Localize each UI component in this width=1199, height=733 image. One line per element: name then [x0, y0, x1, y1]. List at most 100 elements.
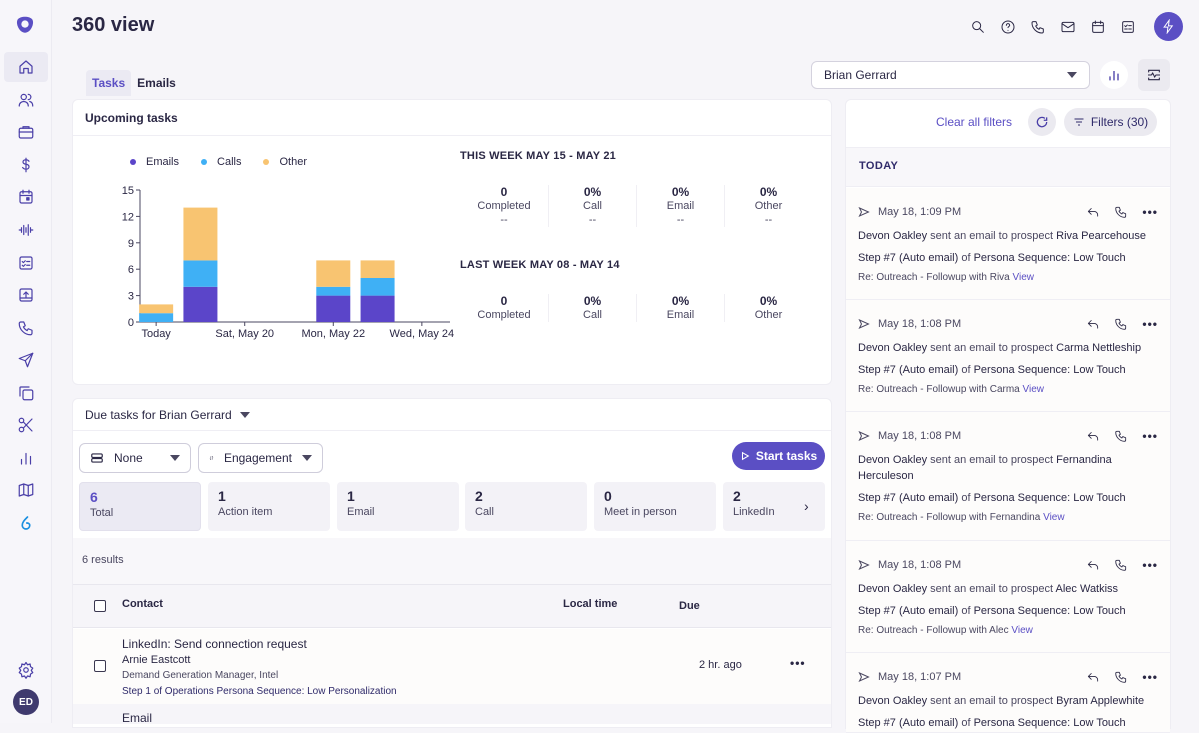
prospect-name[interactable]: Alec Watkiss [1056, 583, 1119, 595]
tile-meet-in-person[interactable]: 0 Meet in person [594, 482, 716, 531]
user-avatar[interactable]: ED [13, 689, 39, 715]
start-tasks-button[interactable]: Start tasks [732, 442, 825, 470]
chevron-right-icon[interactable]: › [804, 498, 809, 514]
sent-icon [858, 671, 870, 683]
sidebar-item-snippets[interactable] [4, 378, 48, 408]
actor-name[interactable]: Devon Oakley [858, 454, 927, 466]
calendar-button[interactable] [1088, 13, 1108, 41]
sequence-name[interactable]: Persona Sequence: Low Touch [974, 717, 1126, 729]
tile-linkedin[interactable]: 2 LinkedIn [723, 482, 825, 531]
view-tabs: Tasks Emails [86, 70, 182, 96]
bar-other [183, 207, 218, 261]
chart-view-button[interactable] [1100, 61, 1128, 89]
more-icon[interactable]: ••• [790, 656, 806, 670]
tile-total[interactable]: 6 Total [79, 482, 201, 531]
sidebar-item-home[interactable] [4, 52, 48, 82]
activity-item[interactable]: May 18, 1:07 PM ••• Devon Oakley sent an e… [846, 653, 1170, 733]
stat-call: 0% Call [548, 294, 636, 322]
phone-icon[interactable] [1114, 317, 1128, 331]
tile-action-item[interactable]: 1 Action item [208, 482, 330, 531]
sidebar-item-opportunities[interactable] [4, 150, 48, 180]
sidebar-item-meetings[interactable] [4, 182, 48, 212]
outreach-logo-icon[interactable] [14, 14, 36, 36]
due-tasks-header[interactable]: Due tasks for Brian Gerrard [73, 399, 831, 431]
more-icon[interactable]: ••• [1142, 317, 1158, 331]
view-link[interactable]: View [1013, 272, 1035, 283]
reply-icon[interactable] [1086, 205, 1100, 219]
tasks-button[interactable] [1118, 13, 1138, 41]
sidebar-item-integration[interactable] [4, 508, 48, 538]
bar-other [360, 260, 395, 278]
sidebar-item-sequences[interactable] [4, 345, 48, 375]
sidebar-item-kaia[interactable] [4, 215, 48, 245]
contact-name[interactable]: Arnie Eastcott [122, 652, 397, 668]
sequence-name[interactable]: Persona Sequence: Low Touch [974, 252, 1126, 264]
phone-button[interactable] [1028, 13, 1048, 41]
reply-icon[interactable] [1086, 317, 1100, 331]
sidebar-item-map[interactable] [4, 475, 48, 505]
mail-button[interactable] [1058, 13, 1078, 41]
sequence-step[interactable]: Step 1 of Operations Persona Sequence: L… [122, 684, 397, 700]
view-link[interactable]: View [1023, 384, 1045, 395]
more-icon[interactable]: ••• [1142, 558, 1158, 572]
more-icon[interactable]: ••• [1142, 429, 1158, 443]
filters-button[interactable]: Filters (30) [1064, 108, 1157, 136]
column-local-time[interactable]: Local time [563, 598, 617, 610]
phone-icon[interactable] [1114, 205, 1128, 219]
task-title[interactable]: LinkedIn: Send connection request [122, 636, 397, 652]
user-select[interactable]: Brian Gerrard [811, 61, 1090, 89]
actor-name[interactable]: Devon Oakley [858, 230, 927, 242]
sequence-name[interactable]: Persona Sequence: Low Touch [974, 364, 1126, 376]
view-link[interactable]: View [1011, 625, 1033, 636]
activity-item[interactable]: May 18, 1:09 PM ••• Devon Oakley sent an e… [846, 188, 1170, 300]
tab-tasks[interactable]: Tasks [86, 70, 132, 96]
sequence-name[interactable]: Persona Sequence: Low Touch [974, 605, 1126, 617]
phone-icon[interactable] [1114, 670, 1128, 684]
sidebar-item-reports[interactable] [4, 443, 48, 473]
help-button[interactable] [998, 13, 1018, 41]
more-icon[interactable]: ••• [1142, 670, 1158, 684]
quick-actions-button[interactable] [1154, 12, 1183, 41]
column-contact[interactable]: Contact [122, 598, 163, 610]
settings-button[interactable] [4, 655, 48, 685]
sidebar-item-tasks[interactable] [4, 248, 48, 278]
actor-name[interactable]: Devon Oakley [858, 695, 927, 707]
phone-icon[interactable] [1114, 429, 1128, 443]
actor-name[interactable]: Devon Oakley [858, 342, 927, 354]
activity-view-button[interactable] [1138, 59, 1170, 91]
reply-icon[interactable] [1086, 558, 1100, 572]
column-due[interactable]: Due [679, 600, 700, 612]
tile-call[interactable]: 2 Call [465, 482, 587, 531]
reply-icon[interactable] [1086, 429, 1100, 443]
tile-email[interactable]: 1 Email [337, 482, 459, 531]
view-link[interactable]: View [1043, 512, 1065, 523]
sidebar-item-people[interactable] [4, 85, 48, 115]
search-button[interactable] [968, 13, 988, 41]
x-tick-label: Sat, May 20 [215, 328, 274, 340]
sidebar-item-accounts[interactable] [4, 117, 48, 147]
activity-item[interactable]: May 18, 1:08 PM ••• Devon Oakley sent an e… [846, 412, 1170, 541]
stat-other: 0% Other [724, 294, 812, 322]
activity-item[interactable]: May 18, 1:08 PM ••• Devon Oakley sent an e… [846, 300, 1170, 412]
sequence-name[interactable]: Persona Sequence: Low Touch [974, 492, 1126, 504]
refresh-button[interactable] [1028, 108, 1056, 136]
clear-filters-link[interactable]: Clear all filters [936, 115, 1012, 129]
prospect-name[interactable]: Byram Applewhite [1056, 695, 1144, 707]
actor-name[interactable]: Devon Oakley [858, 583, 927, 595]
sidebar-item-templates[interactable] [4, 410, 48, 440]
prospect-name[interactable]: Riva Pearcehouse [1056, 230, 1146, 242]
sidebar-item-inbox[interactable] [4, 280, 48, 310]
legend-calls: Calls [201, 156, 241, 168]
row-checkbox[interactable] [94, 660, 106, 672]
tab-emails[interactable]: Emails [131, 70, 182, 96]
group-by-dropdown[interactable]: None [79, 443, 191, 473]
select-all-checkbox[interactable] [94, 600, 106, 612]
prospect-name[interactable]: Carma Nettleship [1056, 342, 1141, 354]
bar-other [316, 260, 351, 287]
reply-icon[interactable] [1086, 670, 1100, 684]
activity-item[interactable]: May 18, 1:08 PM ••• Devon Oakley sent an e… [846, 541, 1170, 653]
more-icon[interactable]: ••• [1142, 205, 1158, 219]
sidebar-item-calls[interactable] [4, 313, 48, 343]
phone-icon[interactable] [1114, 558, 1128, 572]
sort-by-dropdown[interactable]: Engagement [198, 443, 323, 473]
